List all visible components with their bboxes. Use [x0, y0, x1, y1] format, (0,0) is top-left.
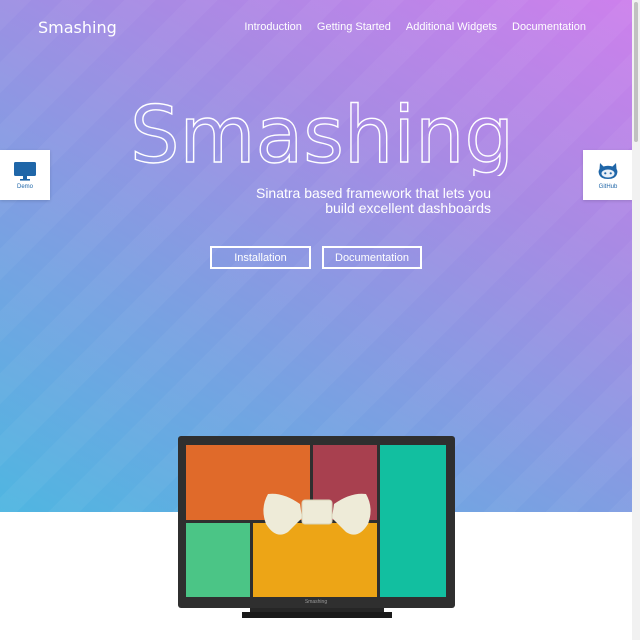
documentation-button[interactable]: Documentation	[322, 246, 422, 269]
octocat-icon	[598, 162, 618, 179]
nav-link-getting-started[interactable]: Getting Started	[317, 21, 391, 33]
tagline-line-1: Sinatra based framework that lets you	[255, 185, 491, 201]
tagline-line-2: build excellent dashboards	[325, 200, 491, 216]
monitor-icon	[14, 161, 36, 181]
hero-tagline: Sinatra based framework that lets you bu…	[171, 186, 491, 216]
github-side-tab[interactable]: GitHub	[583, 150, 633, 200]
monitor-base	[242, 612, 392, 618]
hero-title: Smashing	[130, 91, 514, 176]
nav-link-additional-widgets[interactable]: Additional Widgets	[406, 21, 497, 33]
demo-side-tab[interactable]: Demo	[0, 150, 50, 200]
top-navigation: Introduction Getting Started Additional …	[244, 21, 586, 33]
github-tab-label: GitHub	[598, 183, 618, 190]
tile-green	[186, 523, 250, 597]
tile-yellow	[253, 523, 377, 597]
monitor-brand-label: Smashing	[305, 599, 327, 605]
tile-teal	[380, 445, 446, 597]
installation-button[interactable]: Installation	[210, 246, 311, 269]
nav-link-introduction[interactable]: Introduction	[244, 21, 301, 33]
dashboard-monitor-illustration: Smashing	[178, 436, 455, 618]
demo-tab-label: Demo	[16, 183, 33, 190]
nav-link-documentation[interactable]: Documentation	[512, 21, 586, 33]
hero-title-graphic: Smashing	[129, 90, 514, 176]
scrollbar-thumb[interactable]	[634, 2, 638, 142]
monitor-stand	[250, 608, 384, 612]
brand-logo-link[interactable]: Smashing	[38, 18, 117, 37]
